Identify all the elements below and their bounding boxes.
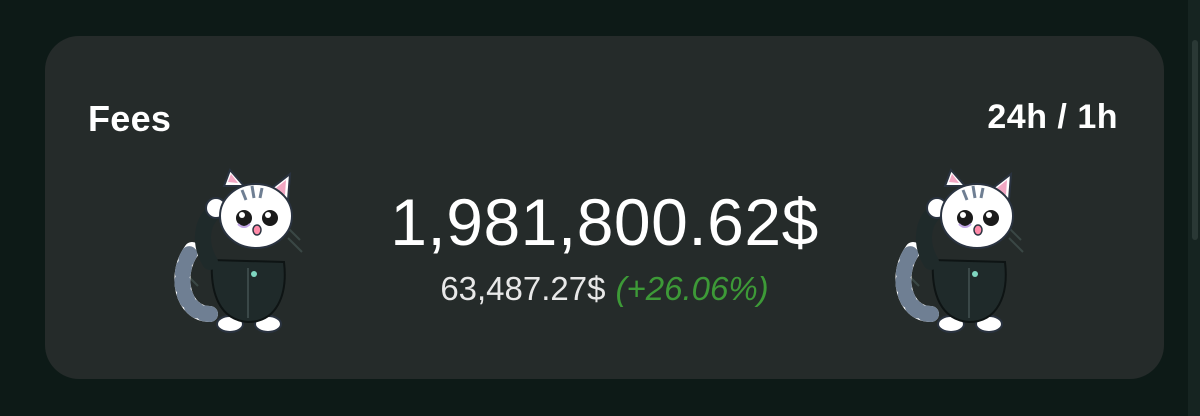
scrollbar-thumb[interactable] [1192, 40, 1198, 240]
range-toggle-button[interactable]: 24h / 1h [987, 98, 1118, 137]
fees-card: Fees 24h / 1h 1,981,800.62$ 63,487.27$ (… [45, 36, 1164, 379]
card-title: Fees [88, 98, 172, 139]
recent-fees-value: 63,487.27$ [440, 270, 606, 307]
fees-change-percent: (+26.06%) [615, 270, 769, 307]
cat-mascot-icon [895, 168, 1024, 333]
page: Fees 24h / 1h 1,981,800.62$ 63,487.27$ (… [0, 0, 1200, 416]
scrollbar[interactable] [1188, 0, 1200, 416]
